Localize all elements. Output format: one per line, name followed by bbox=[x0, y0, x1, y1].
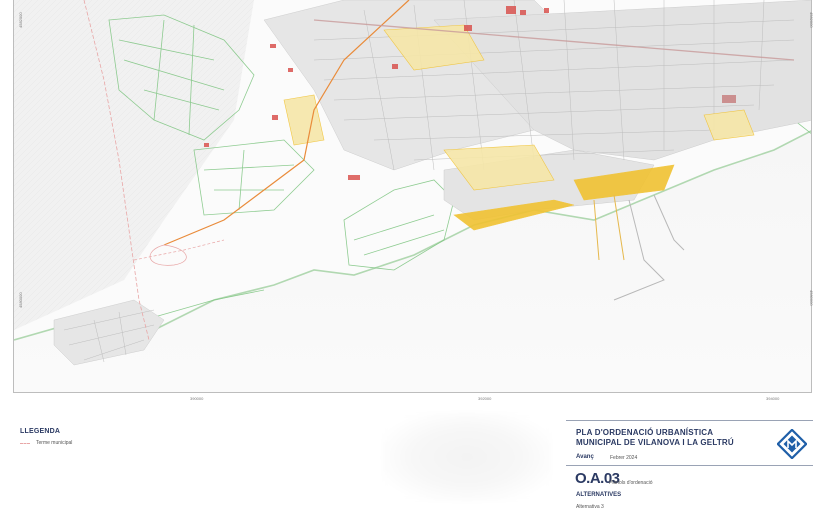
terrain-hatching bbox=[14, 0, 254, 330]
legend-swatch bbox=[20, 442, 30, 444]
plan-title-line-2: MUNICIPAL DE VILANOVA I LA GELTRÚ bbox=[576, 438, 734, 447]
plan-title: PLA D'ORDENACIÓ URBANÍSTICA MUNICIPAL DE… bbox=[576, 428, 766, 448]
coord-bottom-1: 390000 bbox=[190, 396, 204, 401]
legend-item-municipal-boundary: Terme municipal bbox=[20, 440, 220, 446]
ordinance-map bbox=[14, 0, 811, 392]
coord-left-1: 4582000 bbox=[18, 12, 23, 28]
date-label: Febrer 2024 bbox=[610, 455, 638, 461]
legend-title: LLEGENDA bbox=[20, 428, 61, 435]
coord-left-2: 4580000 bbox=[18, 292, 23, 308]
municipal-logo-icon bbox=[777, 429, 807, 459]
legend: LLEGENDA Terme municipal bbox=[20, 428, 220, 446]
plan-title-line-1: PLA D'ORDENACIÓ URBANÍSTICA bbox=[576, 428, 714, 437]
section-label: ALTERNATIVES bbox=[576, 492, 622, 498]
title-block-divider-top bbox=[566, 420, 813, 421]
coord-bottom-3: 394000 bbox=[766, 396, 780, 401]
coord-bottom-2: 392000 bbox=[478, 396, 492, 401]
coord-right-1: 4582000 bbox=[809, 12, 814, 28]
title-block: PLA D'ORDENACIÓ URBANÍSTICA MUNICIPAL DE… bbox=[566, 420, 813, 530]
plan-name: Plànols d'ordenació bbox=[609, 480, 653, 486]
map-frame[interactable]: 4582000 4580000 bbox=[13, 0, 812, 393]
phase-label: Avanç bbox=[576, 454, 594, 460]
title-block-divider-mid bbox=[566, 465, 813, 466]
faded-inset bbox=[382, 412, 552, 502]
legend-item-label: Terme municipal bbox=[36, 440, 73, 446]
coord-right-2: 4580000 bbox=[809, 290, 814, 306]
alternative-label: Alternativa 3 bbox=[576, 504, 604, 510]
